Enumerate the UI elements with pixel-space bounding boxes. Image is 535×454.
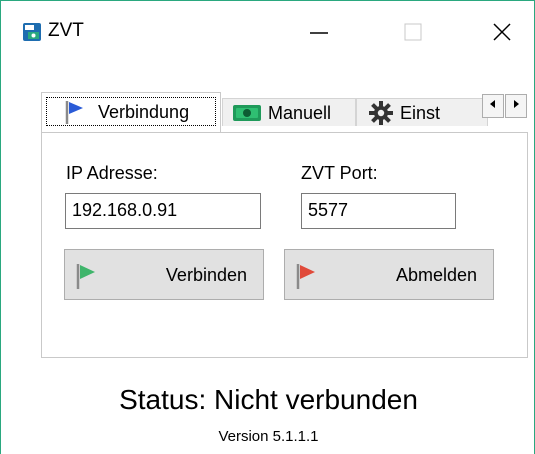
connect-button[interactable]: Verbinden [64,249,264,300]
logout-button-label: Abmelden [395,265,477,285]
minimize-button[interactable] [299,21,339,45]
maximize-button[interactable] [393,21,433,45]
minimize-icon [310,32,328,34]
app-window: ZVT Verbindung Manuell Einst IP Adresse:… [0,0,535,454]
tab-scroll-left-button[interactable] [482,94,504,118]
tab-strip: Verbindung Manuell Einst [41,92,530,132]
connection-panel: IP Adresse: 192.168.0.91 ZVT Port: 5577 … [41,132,528,358]
close-button[interactable] [482,21,522,45]
tab-manuell[interactable]: Manuell [222,98,356,126]
version-text: Version 5.1.1.1 [218,428,319,445]
status-text: Status: Nicht verbunden [119,384,418,415]
blue-flag-icon [65,101,83,124]
tab-scroll-buttons [482,94,530,122]
tab-scroll-right-button[interactable] [505,94,527,118]
app-icon [23,23,41,41]
ip-label: IP Adresse: [66,163,158,183]
window-title: ZVT [48,20,84,41]
logout-button[interactable]: Abmelden [284,249,494,300]
green-flag-icon [76,264,95,289]
gear-icon [369,101,393,125]
red-flag-icon [296,264,315,289]
cash-icon [233,105,261,121]
tab-verbindung[interactable]: Verbindung [41,92,221,132]
port-input[interactable]: 5577 [301,193,456,229]
tab-einst-label: Einst [400,103,441,123]
connect-button-label: Verbinden [165,265,247,285]
maximize-icon [404,23,422,41]
close-icon [493,23,511,41]
tab-verbindung-label: Verbindung [98,102,190,122]
tab-einstellungen[interactable]: Einst [356,98,488,126]
arrow-left-icon [490,100,495,108]
ip-input[interactable]: 192.168.0.91 [65,193,261,229]
port-label: ZVT Port: [301,163,378,183]
title-bar[interactable]: ZVT [1,1,534,41]
tab-manuell-label: Manuell [268,103,332,123]
arrow-right-icon [514,100,519,108]
